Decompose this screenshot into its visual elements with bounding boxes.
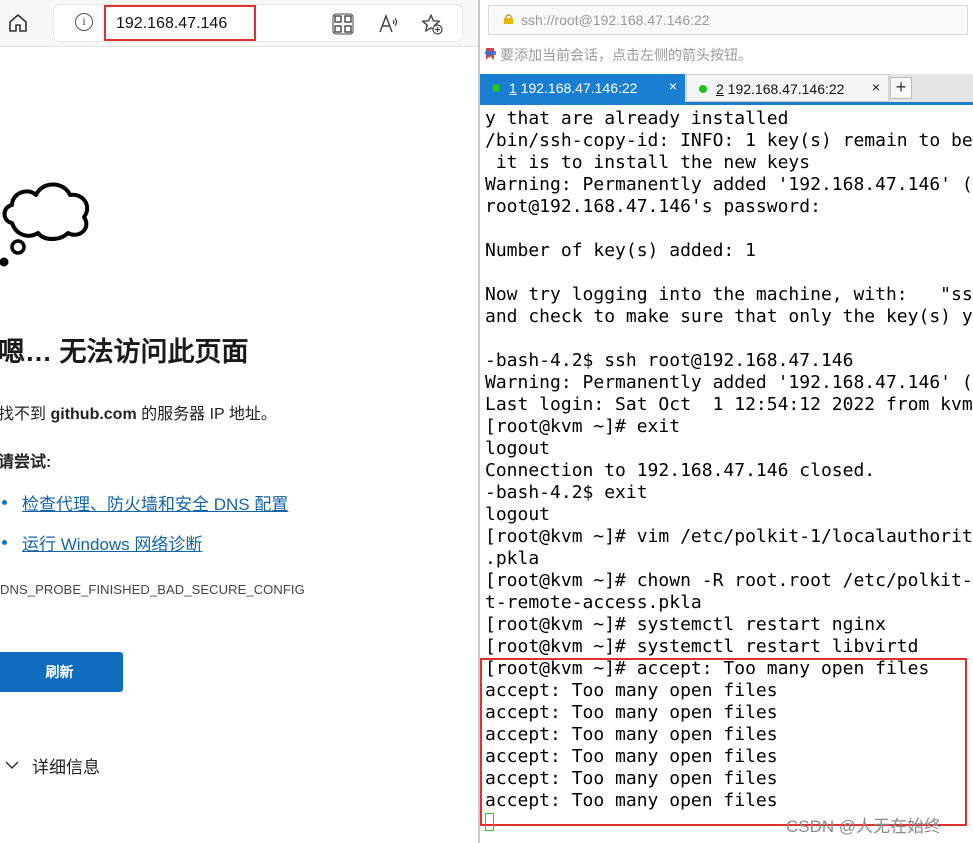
url-highlight-box: 192.168.47.146 [104,5,256,41]
info-icon[interactable]: i [75,13,93,31]
details-label: 详细信息 [32,758,100,777]
status-dot [492,84,500,92]
terminal-cursor [485,813,494,831]
app-grid-icon[interactable] [332,13,354,35]
error-domain: github.com [50,406,137,423]
read-aloud-icon[interactable] [377,13,399,35]
error-title: 嗯… 无法访问此页面 [0,337,249,367]
session-tabs: 1 192.168.47.146:22 × 2 192.168.47.146:2… [480,74,973,105]
close-icon[interactable]: × [872,79,880,95]
close-icon[interactable]: × [669,78,677,94]
status-dot [699,85,707,93]
bookmark-arrow-icon[interactable] [483,47,497,61]
connection-url[interactable]: ssh://root@192.168.47.146:22 [521,12,710,28]
thought-cloud-icon [0,182,90,267]
home-icon[interactable] [7,12,29,34]
watermark: CSDN @人无在始终 [786,817,942,836]
lock-icon [504,14,513,24]
add-tab-button[interactable]: + [890,77,912,99]
refresh-button[interactable]: 刷新 [0,652,123,692]
tab-session-1[interactable]: 1 192.168.47.146:22 × [480,74,685,102]
address-url[interactable]: 192.168.47.146 [116,15,227,33]
browser-window: i 192.168.47.146 嗯… 无法访问此页面 找不到 github.c… [0,0,478,843]
session-hint: 要添加当前会话，点击左侧的箭头按钮。 [500,47,752,63]
check-proxy-link[interactable]: 检查代理、防火墙和安全 DNS 配置 [22,490,288,515]
error-highlight-box [480,658,967,826]
connection-bar[interactable]: ssh://root@192.168.47.146:22 [488,5,968,35]
error-description: 找不到 github.com 的服务器 IP 地址。 [0,406,277,423]
tab-session-2[interactable]: 2 192.168.47.146:22 × [686,74,889,102]
address-bar[interactable]: i 192.168.47.146 [54,5,462,41]
chevron-down-icon [5,761,19,770]
error-code: DNS_PROBE_FINISHED_BAD_SECURE_CONFIG [0,582,305,597]
network-diagnostics-link[interactable]: 运行 Windows 网络诊断 [22,530,202,555]
browser-toolbar: i 192.168.47.146 [0,0,478,47]
try-label: 请尝试: [0,454,52,471]
add-favorite-icon[interactable] [421,13,443,35]
